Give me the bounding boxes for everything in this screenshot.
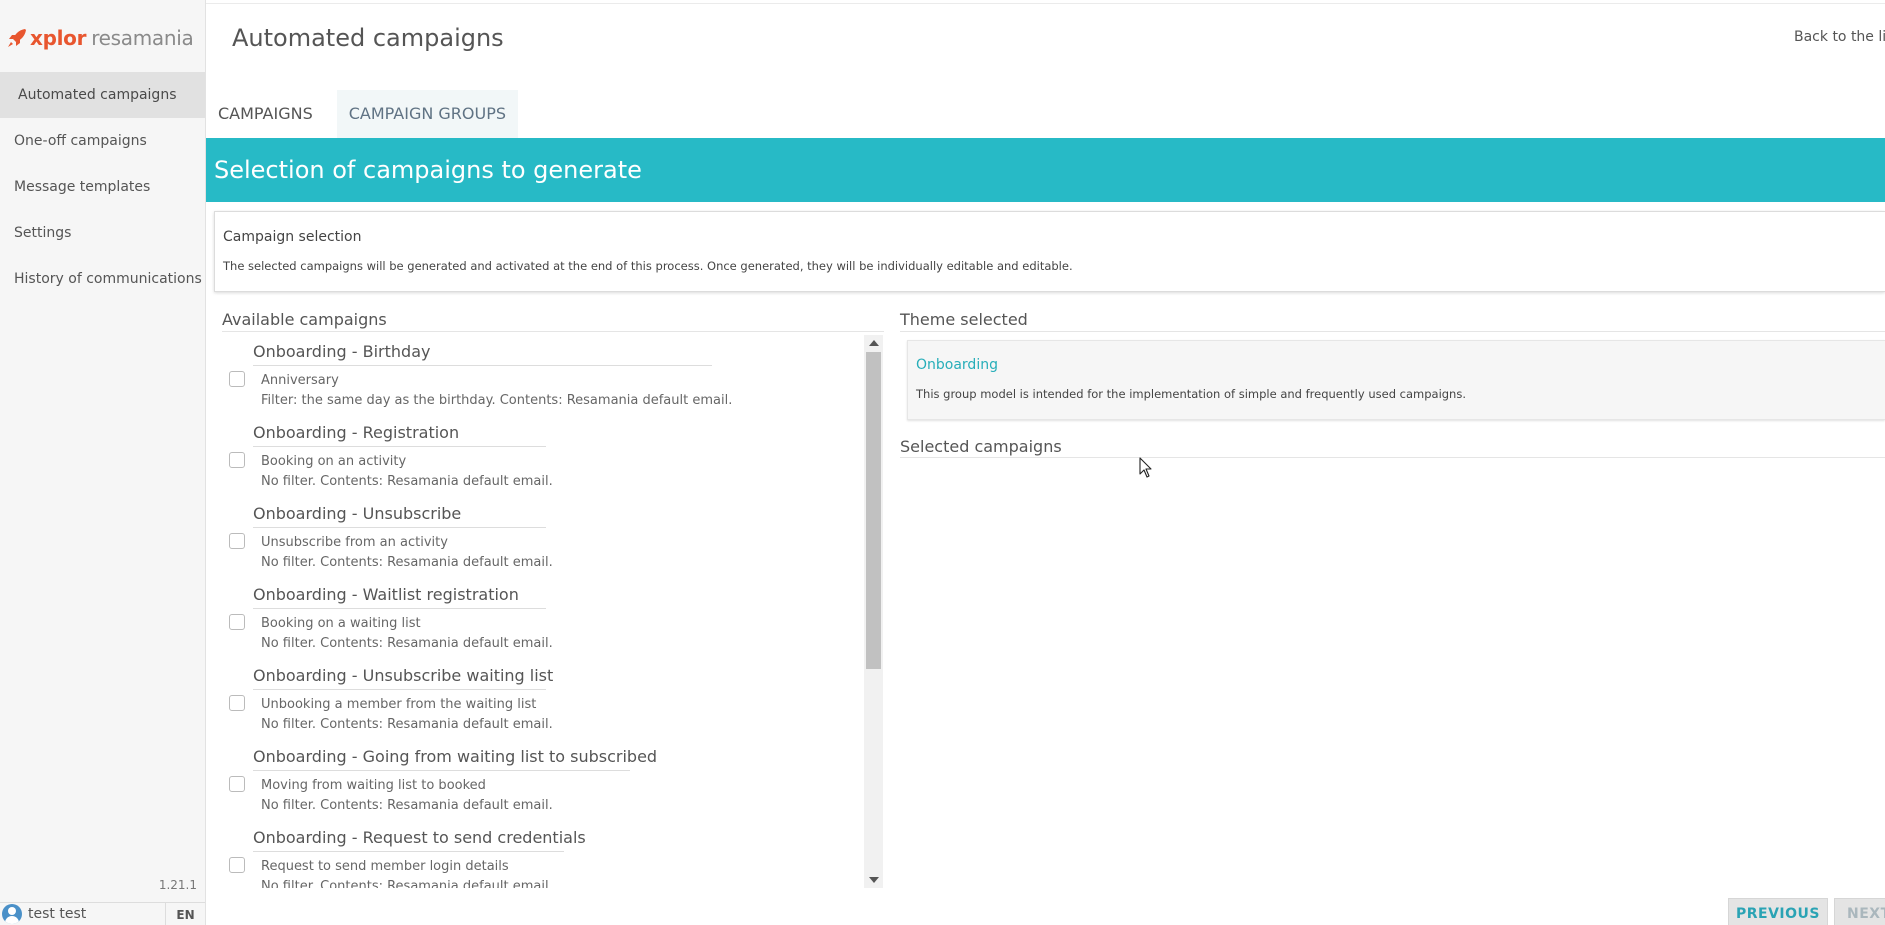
theme-name-link[interactable]: Onboarding xyxy=(916,357,998,373)
campaign-checkbox[interactable] xyxy=(229,614,245,630)
logo-product: resamania xyxy=(91,26,194,50)
previous-button[interactable]: PREVIOUS xyxy=(1728,898,1828,925)
user-name[interactable]: test test xyxy=(28,906,86,922)
campaign-checkbox[interactable] xyxy=(229,776,245,792)
sidebar-item-message-templates[interactable]: Message templates xyxy=(0,164,205,210)
next-button[interactable]: NEXT xyxy=(1834,898,1885,925)
available-divider xyxy=(222,331,884,332)
rocket-icon xyxy=(8,29,26,47)
selected-campaigns-title: Selected campaigns xyxy=(900,437,1062,456)
theme-selected-title: Theme selected xyxy=(900,310,1028,329)
sidebar-nav: Automated campaigns One-off campaigns Me… xyxy=(0,72,205,302)
group-title: Onboarding - Unsubscribe waiting list xyxy=(253,666,553,690)
sidebar-item-history[interactable]: History of communications xyxy=(0,256,205,302)
campaign-checkbox[interactable] xyxy=(229,452,245,468)
page-title: Automated campaigns xyxy=(232,24,504,52)
tab-campaigns[interactable]: CAMPAIGNS xyxy=(206,90,325,138)
scroll-down-arrow-icon[interactable] xyxy=(869,877,879,883)
info-description: The selected campaigns will be generated… xyxy=(223,259,1073,273)
group-title: Onboarding - Waitlist registration xyxy=(253,585,546,609)
selected-divider xyxy=(900,457,1885,458)
mouse-cursor-icon xyxy=(1139,457,1152,478)
user-avatar-icon[interactable] xyxy=(2,904,22,924)
group-title: Onboarding - Registration xyxy=(253,423,546,447)
scroll-thumb[interactable] xyxy=(866,352,881,669)
group-title: Onboarding - Request to send credentials xyxy=(253,828,586,852)
info-title: Campaign selection xyxy=(223,229,362,245)
tab-campaign-groups[interactable]: CAMPAIGN GROUPS xyxy=(336,90,519,138)
campaign-description: Filter: the same day as the birthday. Co… xyxy=(261,393,733,408)
logo-text: xplor resamania xyxy=(30,26,194,50)
top-divider xyxy=(206,3,1885,4)
scroll-up-arrow-icon[interactable] xyxy=(869,340,879,346)
tab-bar: CAMPAIGNS CAMPAIGN GROUPS xyxy=(206,90,519,138)
sidebar-item-automated-campaigns[interactable]: Automated campaigns xyxy=(0,72,205,118)
campaign-description: No filter. Contents: Resamania default e… xyxy=(261,474,553,489)
app-logo[interactable]: xplor resamania xyxy=(6,24,194,52)
campaign-description: No filter. Contents: Resamania default e… xyxy=(261,798,553,813)
campaign-checkbox[interactable] xyxy=(229,371,245,387)
sidebar: xplor resamania Automated campaigns One-o… xyxy=(0,0,206,925)
theme-description: This group model is intended for the imp… xyxy=(916,387,1466,401)
logo-brand: xplor xyxy=(30,26,87,50)
campaign-checkbox[interactable] xyxy=(229,533,245,549)
group-title: Onboarding - Birthday xyxy=(253,342,712,366)
sidebar-item-settings[interactable]: Settings xyxy=(0,210,205,256)
campaign-name: Unsubscribe from an activity xyxy=(261,535,448,550)
campaign-description: No filter. Contents: Resamania default e… xyxy=(261,879,553,888)
campaign-checkbox[interactable] xyxy=(229,857,245,873)
campaign-name: Booking on a waiting list xyxy=(261,616,421,631)
sidebar-footer: test test EN xyxy=(0,902,205,925)
available-campaigns-title: Available campaigns xyxy=(222,310,387,329)
campaign-description: No filter. Contents: Resamania default e… xyxy=(261,717,553,732)
campaign-description: No filter. Contents: Resamania default e… xyxy=(261,636,553,651)
sidebar-item-one-off-campaigns[interactable]: One-off campaigns xyxy=(0,118,205,164)
campaign-name: Request to send member login details xyxy=(261,859,509,874)
banner-title: Selection of campaigns to generate xyxy=(214,156,642,184)
campaign-checkbox[interactable] xyxy=(229,695,245,711)
campaign-name: Moving from waiting list to booked xyxy=(261,778,486,793)
campaign-name: Anniversary xyxy=(261,373,339,388)
campaign-selection-card: Campaign selection The selected campaign… xyxy=(214,211,1885,292)
campaign-name: Unbooking a member from the waiting list xyxy=(261,697,537,712)
back-to-list-link[interactable]: Back to the list xyxy=(1794,29,1885,45)
app-version: 1.21.1 xyxy=(158,878,197,892)
language-switch[interactable]: EN xyxy=(165,903,205,925)
campaign-description: No filter. Contents: Resamania default e… xyxy=(261,555,553,570)
available-campaigns-list[interactable]: Onboarding - Birthday Anniversary Filter… xyxy=(222,335,884,888)
group-title: Onboarding - Going from waiting list to … xyxy=(253,747,657,771)
theme-divider xyxy=(900,331,1885,332)
group-title: Onboarding - Unsubscribe xyxy=(253,504,546,528)
section-banner: Selection of campaigns to generate xyxy=(206,138,1885,202)
campaign-name: Booking on an activity xyxy=(261,454,407,469)
list-scrollbar[interactable] xyxy=(864,335,883,888)
theme-card: Onboarding This group model is intended … xyxy=(907,340,1885,420)
